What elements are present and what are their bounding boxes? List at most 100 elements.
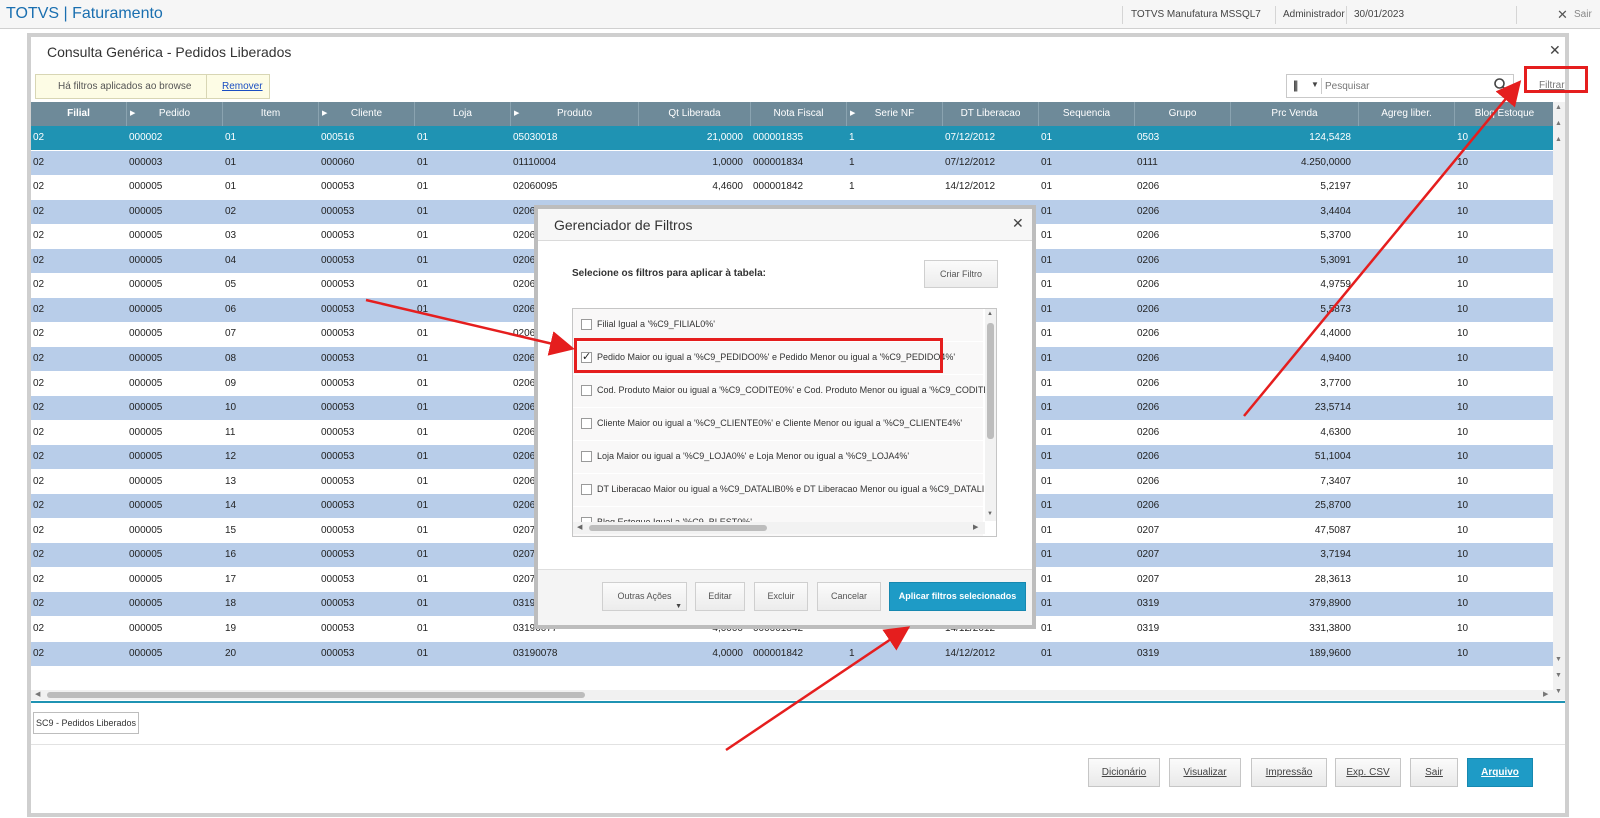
filter-list-hscroll[interactable]: ◀ ▶	[573, 522, 985, 534]
file-button[interactable]: Arquivo	[1467, 758, 1533, 787]
exit-button[interactable]: Sair	[1410, 758, 1458, 787]
filter-checkbox[interactable]	[581, 451, 592, 462]
filter-list-vscroll[interactable]: ▲ ▼	[985, 309, 996, 521]
scroll-down-icon[interactable]: ▼	[987, 511, 993, 517]
edit-button[interactable]: Editar	[695, 582, 745, 611]
print-button[interactable]: Impressão	[1251, 758, 1327, 787]
tab-line	[31, 701, 1565, 703]
exit-icon[interactable]: ✕	[1557, 7, 1568, 23]
search-icon[interactable]	[1493, 77, 1509, 93]
column-header[interactable]: Bloq Estoque	[1455, 102, 1553, 126]
filter-checkbox[interactable]	[581, 385, 592, 396]
table-cell: 10	[1457, 402, 1469, 414]
scroll-down-icon[interactable]: ▼	[1555, 688, 1562, 695]
scroll-up-icon[interactable]: ▲	[1555, 136, 1562, 143]
divider	[1516, 6, 1517, 24]
table-row[interactable]: 02 000005 01 000053 01 02060095 4,4600 00000184…	[31, 175, 1553, 200]
view-button[interactable]: Visualizar	[1169, 758, 1241, 787]
column-header[interactable]: Grupo	[1135, 102, 1231, 126]
create-filter-button[interactable]: Criar Filtro	[924, 260, 998, 288]
scroll-thumb[interactable]	[987, 323, 994, 439]
table-cell: 000053	[321, 181, 355, 193]
close-icon[interactable]: ✕	[1012, 215, 1024, 232]
horizontal-scrollbar[interactable]: ◀ ▶	[31, 690, 1553, 700]
filter-item[interactable]: Cod. Produto Maior ou igual a '%C9_CODIT…	[573, 375, 996, 408]
filter-item[interactable]: Cliente Maior ou igual a '%C9_CLIENTE0%'…	[573, 408, 983, 441]
dictionary-button[interactable]: Dicionário	[1088, 758, 1160, 787]
table-row[interactable]: 02 000002 01 000516 01 05030018 21,0000 0000018…	[31, 126, 1553, 150]
top-bar: TOTVS | Faturamento TOTVS Manufatura MSS…	[0, 0, 1600, 29]
table-row[interactable]: 02 000003 01 000060 01 01110004 1,0000 00000183…	[31, 150, 1553, 175]
table-cell: 04	[225, 254, 237, 266]
scroll-thumb[interactable]	[589, 525, 767, 531]
column-header[interactable]: ▶ Cliente	[319, 102, 415, 126]
scroll-up-icon[interactable]: ▲	[1555, 120, 1562, 127]
table-cell: 0207	[1137, 524, 1160, 536]
vertical-scrollbar[interactable]: ▲ ▲ ▲ ▼ ▼ ▼	[1553, 102, 1565, 700]
export-csv-button[interactable]: Exp. CSV	[1335, 758, 1401, 787]
column-header[interactable]: Filial	[31, 102, 127, 126]
environment-label: TOTVS Manufatura MSSQL7	[1131, 9, 1261, 20]
table-cell: 01	[417, 352, 429, 364]
table-cell: 4.250,0000	[1300, 156, 1351, 168]
search-input[interactable]	[1325, 78, 1485, 94]
filter-checkbox[interactable]	[581, 418, 592, 429]
table-cell: 0206	[1137, 451, 1160, 463]
table-cell: 02	[33, 402, 45, 414]
column-header[interactable]: ▶ Produto	[511, 102, 639, 126]
scroll-left-icon[interactable]: ◀	[577, 523, 582, 531]
column-header[interactable]: Prc Venda	[1231, 102, 1359, 126]
column-header[interactable]: Nota Fiscal	[751, 102, 847, 126]
table-cell: 0206	[1137, 181, 1160, 193]
chevron-down-icon[interactable]: ▼	[1311, 80, 1319, 89]
table-cell: 1,0000	[712, 156, 743, 168]
filter-item[interactable]: Loja Maior ou igual a '%C9_LOJA0%' e Loj…	[573, 441, 983, 474]
cancel-button[interactable]: Cancelar	[817, 582, 881, 611]
table-cell: 0207	[513, 524, 536, 536]
table-cell: 02	[33, 254, 45, 266]
column-header[interactable]: Agreg liber.	[1359, 102, 1455, 126]
divider	[31, 744, 1565, 745]
close-icon[interactable]: ✕	[1549, 42, 1561, 59]
scroll-right-icon[interactable]: ▶	[973, 523, 978, 531]
column-header[interactable]: Sequencia	[1039, 102, 1135, 126]
more-actions-button[interactable]: Outras Ações ▼	[602, 582, 687, 611]
column-header[interactable]: Item	[223, 102, 319, 126]
dialog-instruction: Selecione os filtros para aplicar à tabe…	[572, 268, 766, 279]
table-cell: 01	[417, 205, 429, 217]
table-cell: 5,5873	[1320, 303, 1351, 315]
table-cell: 000053	[321, 524, 355, 536]
table-cell: 10	[1457, 549, 1469, 561]
divider	[1122, 6, 1123, 24]
scroll-up-icon[interactable]: ▲	[987, 311, 993, 317]
table-cell: 0206	[513, 352, 536, 364]
column-header[interactable]: Loja	[415, 102, 511, 126]
scroll-down-icon[interactable]: ▼	[1555, 656, 1562, 663]
filter-checkbox[interactable]	[581, 484, 592, 495]
columns-icon[interactable]: |||	[1293, 78, 1299, 92]
table-cell: 1	[849, 132, 855, 143]
scroll-down-icon[interactable]: ▼	[1555, 672, 1562, 679]
scroll-right-icon[interactable]: ▶	[1543, 690, 1548, 698]
table-cell: 01	[417, 402, 429, 414]
column-header[interactable]: Qt Liberada	[639, 102, 751, 126]
filter-checkbox[interactable]	[581, 319, 592, 330]
remove-filter-link[interactable]: Remover	[222, 81, 263, 92]
delete-button[interactable]: Excluir	[754, 582, 808, 611]
scroll-up-icon[interactable]: ▲	[1555, 104, 1562, 111]
column-header[interactable]: DT Liberacao	[943, 102, 1039, 126]
table-cell: 09	[225, 377, 237, 389]
column-header[interactable]: ▶ Pedido	[127, 102, 223, 126]
exit-link[interactable]: Sair	[1574, 9, 1592, 20]
tab-sc9[interactable]: SC9 - Pedidos Liberados	[33, 712, 139, 734]
apply-filters-button[interactable]: Aplicar filtros selecionados	[889, 582, 1026, 611]
filter-label: Filial Igual a '%C9_FILIAL0%'	[597, 319, 715, 329]
table-row[interactable]: 02 000005 20 000053 01 03190078 4,0000 00000184…	[31, 641, 1553, 666]
table-cell: 0206	[513, 451, 536, 463]
scroll-left-icon[interactable]: ◀	[35, 690, 40, 698]
column-header[interactable]: ▶ Serie NF	[847, 102, 943, 126]
table-cell: 1	[849, 156, 855, 168]
scroll-thumb[interactable]	[47, 692, 585, 698]
filter-item[interactable]: DT Liberacao Maior ou igual a %C9_DATALI…	[573, 474, 995, 507]
table-cell: 000001842	[753, 181, 804, 193]
